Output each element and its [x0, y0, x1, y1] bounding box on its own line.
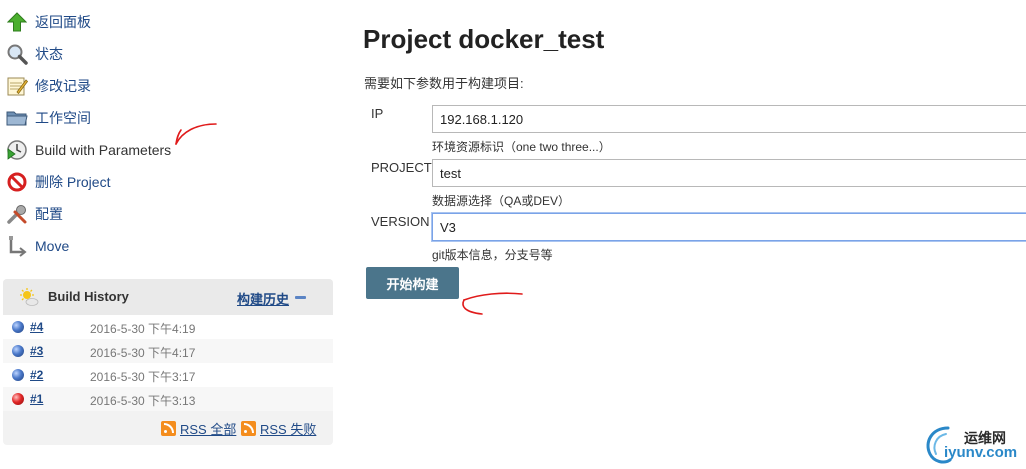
- param-input-project[interactable]: [432, 159, 1026, 187]
- watermark-en: iyunv.com: [944, 444, 1018, 461]
- build-number-link[interactable]: #2: [30, 368, 43, 382]
- param-name-project: PROJECT: [371, 160, 432, 175]
- rss-failed-label: RSS 失败: [260, 422, 317, 437]
- collapse-minus-icon[interactable]: [295, 296, 306, 299]
- build-row: #2 2016-5-30 下午3:17: [3, 363, 333, 387]
- annotation-arrow-icon: [462, 292, 523, 315]
- param-input-ip[interactable]: [432, 105, 1026, 133]
- build-history-widget: Build History 构建历史 #4 2016-5-30 下午4:19 #…: [3, 279, 333, 445]
- build-number-link[interactable]: #1: [30, 392, 43, 406]
- param-description-version: git版本信息，分支号等: [432, 248, 553, 262]
- rss-icon: [161, 421, 176, 436]
- param-name-version: VERSION: [371, 214, 430, 229]
- task-label: 工作空间: [35, 110, 91, 126]
- rss-all-link[interactable]: RSS 全部: [161, 419, 236, 438]
- task-status[interactable]: 状态: [6, 40, 63, 68]
- up-arrow-icon: [6, 11, 28, 33]
- task-workspace[interactable]: 工作空间: [6, 104, 91, 132]
- task-label: Build with Parameters: [35, 142, 172, 158]
- folder-icon: [6, 107, 28, 129]
- clock-play-icon: [6, 139, 28, 161]
- annotation-arrow-icon: [175, 123, 217, 145]
- param-description-ip: 环境资源标识（one two three...）: [432, 140, 611, 154]
- notepad-icon: [6, 75, 28, 97]
- rss-all-label: RSS 全部: [180, 422, 237, 437]
- task-label: Move: [35, 238, 70, 254]
- task-build-with-parameters[interactable]: Build with Parameters: [6, 136, 171, 164]
- weather-sun-icon: [19, 287, 39, 310]
- status-ball-blue-icon: [12, 369, 24, 381]
- wrench-icon: [6, 203, 28, 225]
- move-icon: [6, 235, 28, 257]
- task-configure[interactable]: 配置: [6, 200, 63, 228]
- status-ball-red-icon: [12, 393, 24, 405]
- status-ball-blue-icon: [12, 321, 24, 333]
- task-label: 删除 Project: [35, 174, 111, 190]
- build-history-title: Build History: [48, 289, 129, 304]
- rss-icon: [241, 421, 256, 436]
- task-delete-project[interactable]: 删除 Project: [6, 168, 110, 196]
- build-submit-button[interactable]: 开始构建: [366, 267, 459, 299]
- build-history-header: Build History 构建历史: [3, 279, 333, 315]
- build-trend-link[interactable]: 构建历史: [237, 289, 289, 308]
- param-name-ip: IP: [371, 106, 384, 121]
- build-number-link[interactable]: #4: [30, 320, 43, 334]
- build-row: #1 2016-5-30 下午3:13: [3, 387, 333, 411]
- status-ball-blue-icon: [12, 345, 24, 357]
- build-date: 2016-5-30 下午4:17: [90, 346, 196, 360]
- task-move[interactable]: Move: [6, 232, 69, 260]
- build-date: 2016-5-30 下午3:17: [90, 370, 196, 384]
- build-date: 2016-5-30 下午4:19: [90, 322, 196, 336]
- task-label: 状态: [35, 46, 63, 62]
- form-intro-text: 需要如下参数用于构建项目:: [364, 76, 524, 91]
- rss-failed-link[interactable]: RSS 失败: [241, 419, 316, 438]
- param-description-project: 数据源选择（QA或DEV）: [432, 194, 571, 208]
- build-row: #4 2016-5-30 下午4:19: [3, 315, 333, 339]
- task-changes[interactable]: 修改记录: [6, 72, 91, 100]
- build-number-link[interactable]: #3: [30, 344, 43, 358]
- task-label: 配置: [35, 206, 63, 222]
- no-entry-icon: [6, 171, 28, 193]
- build-row: #3 2016-5-30 下午4:17: [3, 339, 333, 363]
- magnifier-icon: [6, 43, 28, 65]
- param-input-version[interactable]: [432, 213, 1026, 241]
- task-back-to-dashboard[interactable]: 返回面板: [6, 8, 91, 36]
- build-date: 2016-5-30 下午3:13: [90, 394, 196, 408]
- task-label: 修改记录: [35, 78, 91, 94]
- page-title: Project docker_test: [363, 24, 605, 54]
- task-label: 返回面板: [35, 14, 91, 30]
